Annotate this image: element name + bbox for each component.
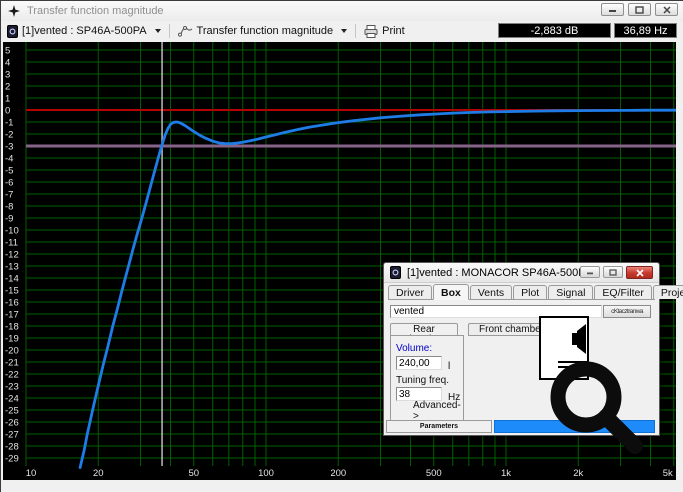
dialog-title-bar[interactable]: [1]vented : MONACOR SP46A-500PA [384,263,659,283]
tab-box[interactable]: Box [433,284,469,300]
project-selector-label: [1]vented : SP46A-500PA [22,25,147,37]
minimize-button[interactable] [601,3,624,16]
svg-text:-26: -26 [5,418,19,429]
chevron-down-icon [155,29,161,33]
volume-unit: l [448,361,450,372]
svg-text:-28: -28 [5,442,19,453]
tuning-input[interactable] [396,387,442,401]
svg-text:1: 1 [5,94,10,105]
tab-plot[interactable]: Plot [513,285,547,299]
magnitude-readout: -2,883 dB [498,23,611,38]
svg-text:-27: -27 [5,430,19,441]
svg-text:-24: -24 [5,394,19,405]
advanced-link[interactable]: Advanced-> [413,400,463,422]
svg-text:-23: -23 [5,382,19,393]
status-progress-bar [494,420,655,433]
tab-signal[interactable]: Signal [548,285,593,299]
dialog-maximize-button[interactable] [603,266,623,278]
svg-text:-10: -10 [5,226,19,237]
printer-icon [364,25,378,38]
print-label: Print [382,25,405,37]
svg-text:10: 10 [26,468,37,479]
svg-text:-5: -5 [5,166,13,177]
toolbar: [1]vented : SP46A-500PA Transfer functio… [1,21,683,41]
svg-text:-3: -3 [5,142,13,153]
volume-input[interactable] [396,356,442,370]
dialog-tabstrip: Driver Box Vents Plot Signal EQ/Filter P… [388,285,655,300]
graph-type-selector[interactable]: Transfer function magnitude [172,22,354,40]
chevron-down-icon [341,29,347,33]
svg-text:-19: -19 [5,334,19,345]
project-dialog: [1]vented : MONACOR SP46A-500PA Driver B… [383,262,660,436]
speaker-box-schematic [541,318,587,378]
svg-text:-14: -14 [5,274,19,285]
toolbar-separator [355,24,356,38]
dialog-minimize-button[interactable] [580,266,600,278]
svg-text:-7: -7 [5,190,13,201]
svg-text:-18: -18 [5,322,19,333]
main-title-bar: Transfer function magnitude [0,0,683,21]
svg-text:5k: 5k [663,468,673,479]
svg-text:-11: -11 [5,238,18,249]
maximize-button[interactable] [628,3,651,16]
driver-icon [7,25,18,38]
svg-text:-29: -29 [5,454,19,465]
svg-text:-4: -4 [5,154,13,165]
svg-text:-6: -6 [5,178,13,189]
svg-text:-16: -16 [5,298,19,309]
svg-text:4: 4 [5,58,10,69]
svg-text:-8: -8 [5,202,13,213]
svg-text:3: 3 [5,70,10,81]
frequency-readout: 36,89 Hz [614,23,677,38]
graph-type-label: Transfer function magnitude [197,25,334,37]
svg-text:-20: -20 [5,346,19,357]
dialog-status-bar: Parameters [386,420,657,433]
svg-text:-25: -25 [5,406,19,417]
close-button[interactable] [655,3,678,16]
tuning-label: Tuning freq. [396,375,449,386]
svg-text:1k: 1k [501,468,511,479]
print-button[interactable]: Print [358,22,411,40]
toolbar-separator [169,24,170,38]
rear-chamber-panel: Volume: l Tuning freq. Hz Advanced-> [390,335,464,429]
window-title: Transfer function magnitude [27,5,164,17]
svg-text:-2: -2 [5,130,13,141]
dialog-title: [1]vented : MONACOR SP46A-500PA [407,267,592,279]
svg-text:500: 500 [426,468,442,479]
dialog-close-button[interactable] [626,266,653,279]
svg-text:-1: -1 [5,118,13,129]
svg-text:-13: -13 [5,262,19,273]
tab-driver[interactable]: Driver [388,285,432,299]
svg-text:20: 20 [93,468,104,479]
tab-vents[interactable]: Vents [470,285,512,299]
volume-label: Volume: [396,343,432,354]
svg-text:2: 2 [5,82,10,93]
dialog-driver-icon [390,266,401,279]
project-selector[interactable]: [1]vented : SP46A-500PA [1,22,167,40]
box-diagram [539,316,589,380]
svg-text:5: 5 [5,46,10,57]
status-parameters: Parameters [386,420,492,433]
svg-text:-9: -9 [5,214,13,225]
tab-eq-filter[interactable]: EQ/Filter [594,285,651,299]
svg-text:0: 0 [5,106,10,117]
svg-text:-22: -22 [5,370,19,381]
svg-text:2k: 2k [573,468,583,479]
svg-text:-17: -17 [5,310,19,321]
svg-text:200: 200 [330,468,346,479]
svg-text:-21: -21 [5,358,19,369]
tab-project[interactable]: Project [653,285,683,299]
svg-text:-12: -12 [5,250,19,261]
transfer-curve-icon [178,26,193,37]
svg-text:100: 100 [258,468,274,479]
window-star-icon [8,5,20,17]
svg-text:-15: -15 [5,286,19,297]
svg-text:50: 50 [188,468,199,479]
side-mini-button[interactable]: cKtacztranwa [603,305,651,318]
